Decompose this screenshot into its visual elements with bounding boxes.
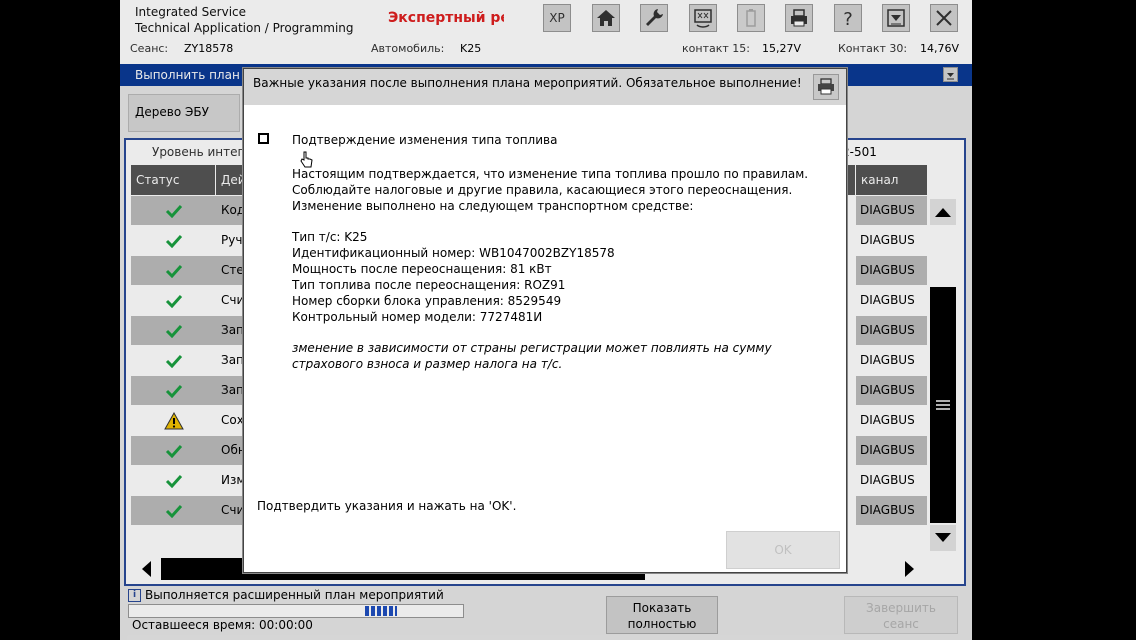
body-line: Настоящим подтверждается, что изменение … (292, 167, 809, 181)
instructions-dialog: Важные указания после выполнения плана м… (243, 68, 847, 573)
body-line: Соблюдайте налоговые и другие правила, к… (292, 183, 793, 197)
detail-line: Тип т/с: K25 (292, 230, 368, 244)
note-line: страхового взноса и размер налога на т/с… (292, 357, 563, 371)
vehicle-details: Тип т/с: K25 Идентификационный номер: WB… (292, 229, 615, 325)
dialog-header: Важные указания после выполнения плана м… (244, 69, 846, 105)
detail-line: Мощность после переоснащения: 81 кВт (292, 262, 552, 276)
confirm-instruction: Подтвердить указания и нажать на 'OK'. (257, 499, 517, 513)
detail-line: Идентификационный номер: WB1047002BZY185… (292, 246, 615, 260)
detail-line: Тип топлива после переоснащения: ROZ91 (292, 278, 566, 292)
fuel-change-checkbox-label[interactable]: Подтверждение изменения типа топлива (292, 133, 557, 147)
tax-note: зменение в зависимости от страны регистр… (292, 340, 772, 372)
detail-line: Контрольный номер модели: 7727481И (292, 310, 543, 324)
detail-line: Номер сборки блока управления: 8529549 (292, 294, 562, 308)
ok-button[interactable]: OK (726, 531, 840, 569)
note-line: зменение в зависимости от страны регистр… (292, 341, 772, 355)
body-line: Изменение выполнено на следующем транспо… (292, 199, 694, 213)
dialog-body: Настоящим подтверждается, что изменение … (292, 166, 808, 214)
dialog-title: Важные указания после выполнения плана м… (253, 76, 802, 90)
printer-icon (818, 78, 834, 95)
dialog-print-button[interactable] (813, 74, 839, 100)
fuel-change-checkbox[interactable] (258, 133, 269, 144)
